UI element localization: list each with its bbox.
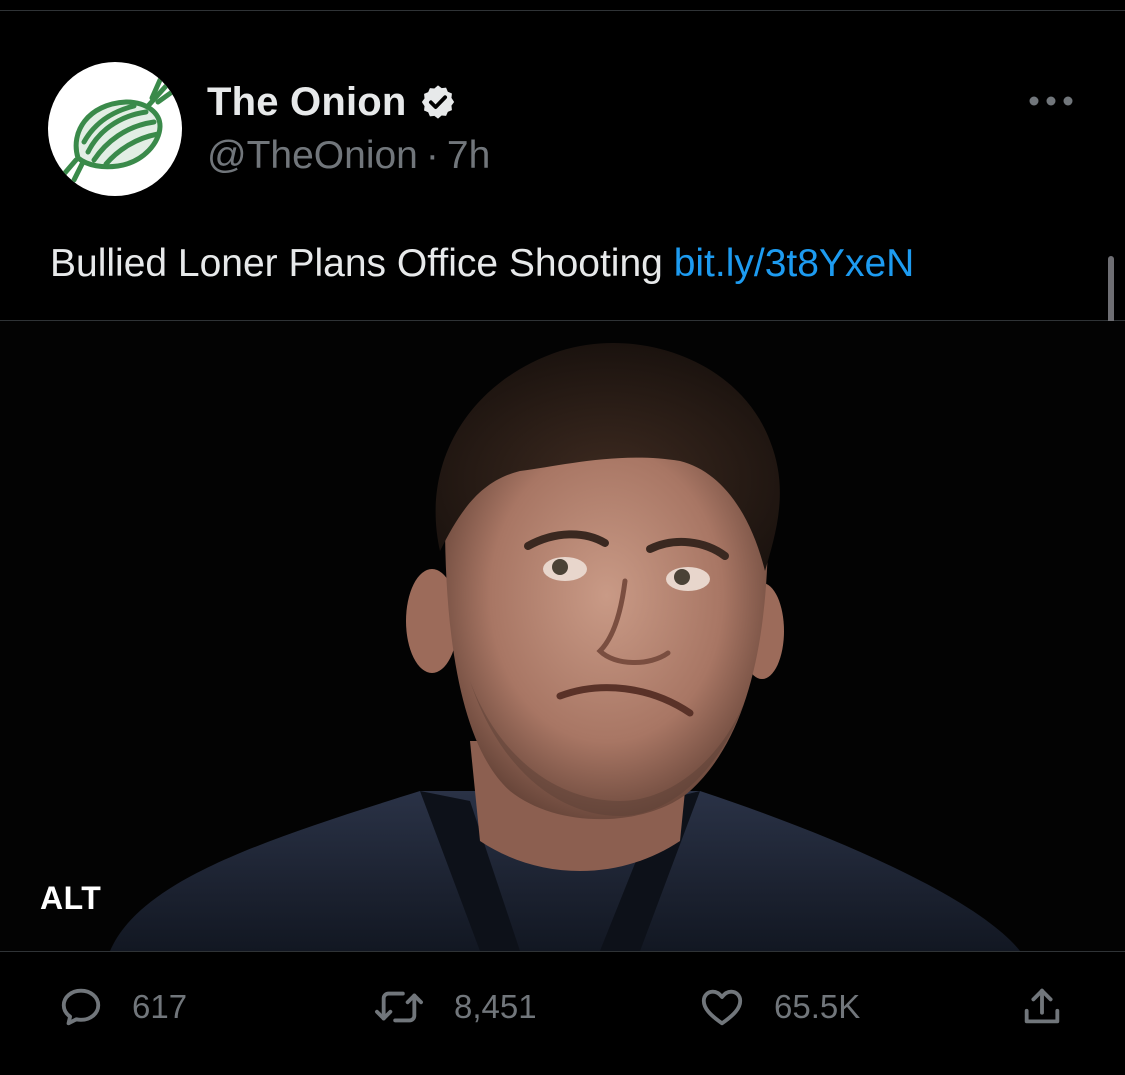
display-name[interactable]: The Onion — [207, 80, 407, 125]
more-horizontal-icon[interactable] — [1028, 93, 1074, 109]
handle-row: @TheOnion · 7h — [207, 134, 490, 178]
top-divider — [0, 10, 1125, 11]
tweet-link[interactable]: bit.ly/3t8YxeN — [674, 242, 915, 285]
avatar[interactable] — [48, 62, 182, 196]
retweet-icon — [375, 991, 423, 1023]
reply-bubble-icon — [61, 988, 101, 1026]
reply-button[interactable]: 617 — [58, 984, 187, 1030]
share-icon — [1024, 988, 1060, 1024]
retweet-count: 8,451 — [454, 988, 537, 1025]
portrait-photo — [110, 343, 1020, 951]
reply-count: 617 — [132, 988, 188, 1025]
author-name-row: The Onion — [207, 78, 457, 126]
meta-separator: · — [425, 134, 439, 177]
share-button[interactable] — [1018, 984, 1066, 1030]
tweet-body: Bullied Loner Plans Office Shooting — [50, 242, 663, 285]
actions-divider — [0, 951, 1125, 952]
heart-icon — [701, 989, 743, 1026]
author-handle[interactable]: @TheOnion — [207, 134, 418, 178]
tweet-media-image[interactable] — [0, 321, 1125, 951]
retweet-button[interactable]: 8,451 — [372, 984, 537, 1030]
verified-badge-icon — [421, 85, 454, 119]
like-count: 65.5K — [774, 988, 861, 1025]
like-button[interactable]: 65.5K — [698, 984, 860, 1030]
onion-logo-icon — [61, 77, 175, 183]
tweet-text: Bullied Loner Plans Office Shooting bit.… — [50, 242, 914, 286]
alt-text-badge[interactable]: ALT — [40, 880, 101, 917]
tweet-timestamp[interactable]: 7h — [447, 134, 490, 178]
